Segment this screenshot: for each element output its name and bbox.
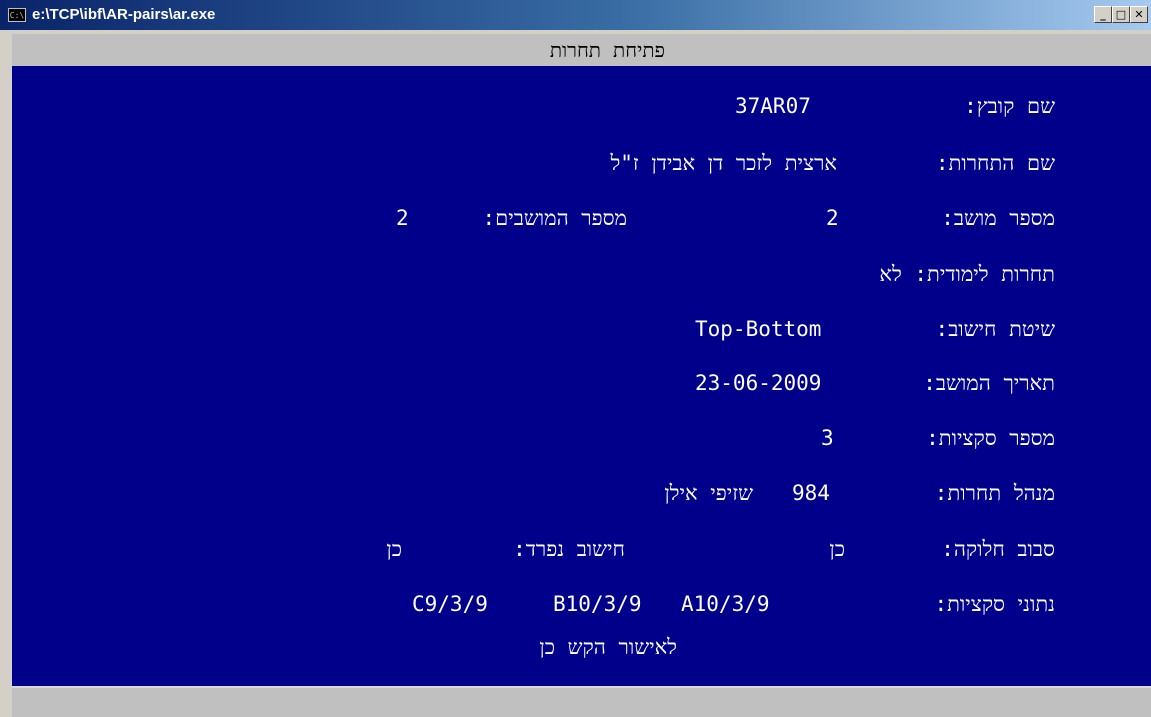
study-competition: תחרות לימודית: לא bbox=[879, 262, 1055, 286]
calc-method-label: שיטת חישוב: bbox=[935, 317, 1055, 341]
maximize-button[interactable]: □ bbox=[1112, 6, 1130, 23]
director-id: 984 bbox=[792, 481, 830, 505]
rotation-label: סבוב חלוקה: bbox=[941, 537, 1055, 561]
competition-name-label: שם התחרות: bbox=[935, 151, 1055, 175]
competition-name-value: ארצית לזכר דן אבידן ז"ל bbox=[610, 151, 837, 175]
calc-method-value: Top-Bottom bbox=[695, 317, 822, 341]
session-date-label: תאריך המושב: bbox=[923, 371, 1055, 395]
window-title: e:\TCP\ibf\AR-pairs\ar.exe bbox=[32, 6, 216, 23]
file-name-value: 37AR07 bbox=[735, 94, 811, 118]
console-icon[interactable]: C:\ bbox=[8, 8, 26, 22]
section-c: C9/3/9 bbox=[412, 592, 488, 616]
console-screen[interactable]: פתיחת תחרות שם קובץ: 37AR07 שם התחרות: א… bbox=[12, 34, 1151, 717]
title-bar[interactable]: C:\ e:\TCP\ibf\AR-pairs\ar.exe _ □ ✕ bbox=[0, 0, 1151, 30]
rotation-value: כן bbox=[829, 537, 845, 561]
section-a: A10/3/9 bbox=[681, 592, 770, 616]
director-name: שזיפי אילן bbox=[664, 481, 753, 505]
session-number-label: מספר מושב: bbox=[941, 206, 1055, 230]
close-button[interactable]: ✕ bbox=[1130, 6, 1148, 23]
section-b: B10/3/9 bbox=[553, 592, 642, 616]
screen-title: פתיחת תחרות bbox=[549, 38, 665, 62]
sections-count-label: מספר סקציות: bbox=[926, 426, 1055, 450]
sections-data-label: נתוני סקציות: bbox=[934, 592, 1055, 616]
sessions-count-value: 2 bbox=[396, 206, 409, 230]
sections-count-value: 3 bbox=[821, 426, 834, 450]
confirm-prompt: לאישור הקש כן bbox=[539, 635, 677, 659]
sessions-count-label: מספר המושבים: bbox=[482, 206, 628, 230]
console-window: C:\ e:\TCP\ibf\AR-pairs\ar.exe _ □ ✕ פתי… bbox=[0, 0, 1151, 717]
session-date-value: 23-06-2009 bbox=[695, 371, 822, 395]
status-bar bbox=[12, 686, 1151, 717]
screen-header-bar: פתיחת תחרות bbox=[12, 34, 1151, 66]
separate-calc-value: כן bbox=[386, 537, 402, 561]
director-label: מנהל תחרות: bbox=[934, 481, 1055, 505]
file-name-label: שם קובץ: bbox=[964, 94, 1055, 118]
session-number-value: 2 bbox=[826, 206, 839, 230]
separate-calc-label: חישוב נפרד: bbox=[513, 537, 625, 561]
minimize-button[interactable]: _ bbox=[1094, 6, 1112, 23]
